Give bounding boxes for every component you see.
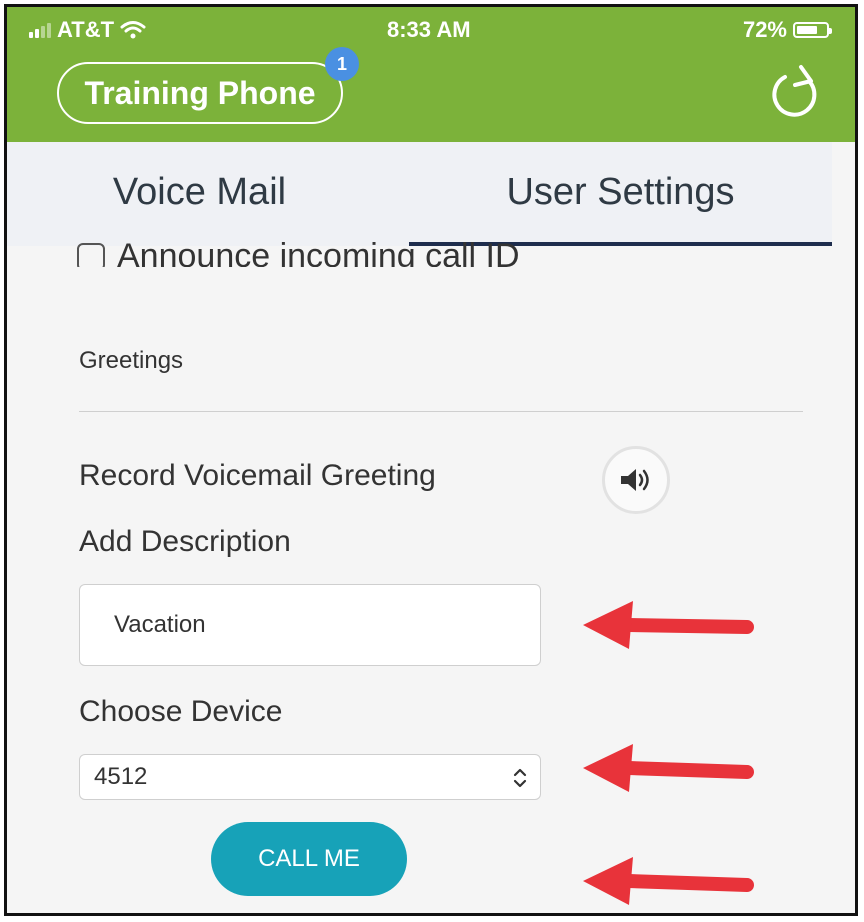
phone-title: Training Phone — [84, 74, 316, 111]
carrier-label: AT&T — [57, 17, 115, 42]
status-time: 8:33 AM — [387, 17, 471, 42]
battery-percent: 72% — [742, 17, 787, 42]
phone-selector-button[interactable]: Training Phone — [57, 62, 343, 124]
announce-call-id-row: Announce incoming call ID — [77, 221, 597, 267]
call-me-button[interactable]: CALL ME — [211, 822, 407, 896]
annotation-arrow-1 — [583, 601, 754, 649]
status-left: AT&T — [29, 17, 146, 43]
announce-call-id-checkbox[interactable] — [77, 242, 105, 267]
tab-voice-mail-label: Voice Mail — [112, 170, 287, 213]
speaker-icon — [621, 469, 649, 491]
signal-icon — [29, 22, 51, 38]
device-select[interactable]: 4512 — [79, 754, 541, 800]
annotation-arrow-2 — [583, 744, 754, 792]
annotation-arrow-3 — [583, 857, 754, 905]
tab-user-settings-label: User Settings — [506, 170, 735, 213]
notification-badge: 1 — [325, 47, 359, 81]
announce-call-id-label: Announce incoming call ID — [117, 237, 520, 267]
refresh-icon[interactable] — [767, 63, 823, 123]
greetings-section-title: Greetings — [79, 347, 184, 374]
play-greeting-button[interactable] — [602, 446, 670, 514]
wifi-icon — [120, 21, 146, 39]
status-right: 72% — [742, 17, 832, 43]
phone-screen: AT&T 8:33 AM 72% Training Phone 1 Voice … — [4, 4, 858, 916]
record-greeting-label: Record Voicemail Greeting — [79, 459, 436, 492]
description-input[interactable]: Vacation — [79, 584, 541, 666]
battery-icon — [793, 22, 832, 38]
app-header: AT&T 8:33 AM 72% Training Phone 1 — [7, 7, 855, 142]
choose-device-label: Choose Device — [79, 695, 283, 728]
chevron-updown-icon — [513, 768, 527, 788]
section-divider — [79, 411, 803, 412]
add-description-label: Add Description — [79, 525, 291, 558]
device-selected-value: 4512 — [94, 763, 148, 790]
description-value: Vacation — [114, 611, 206, 638]
